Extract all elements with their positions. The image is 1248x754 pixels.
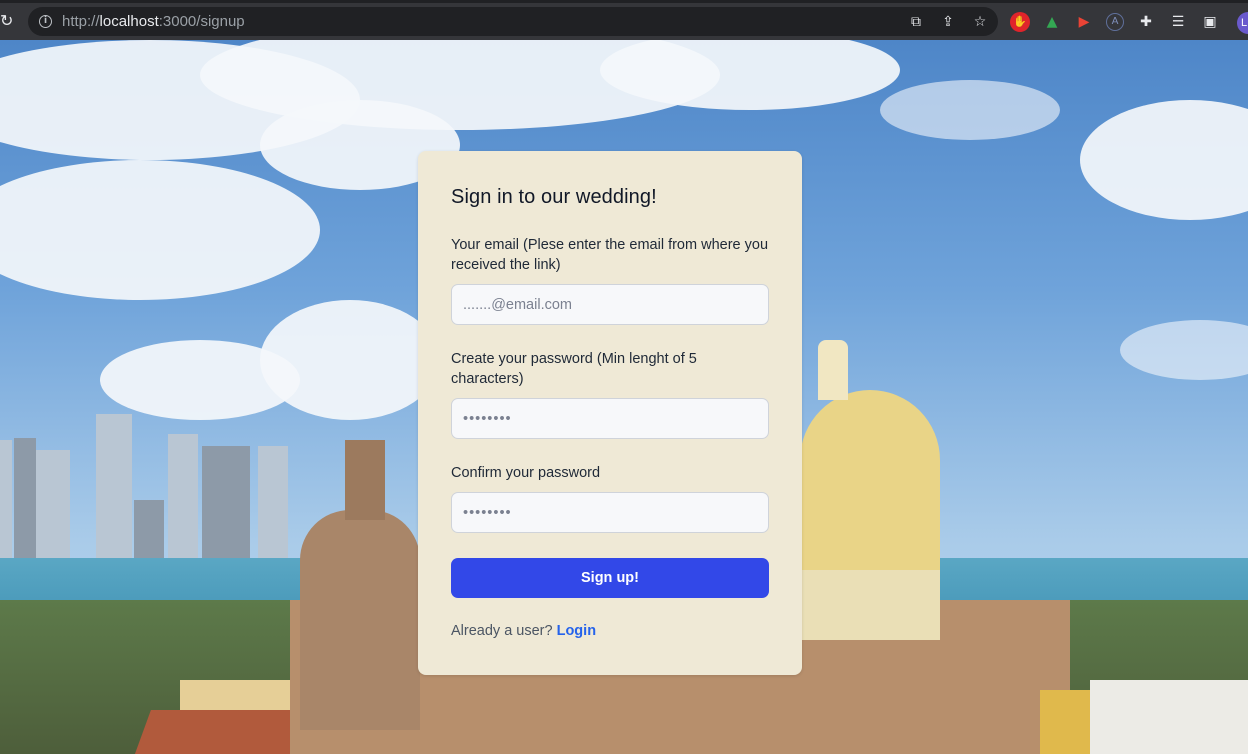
email-label: Your email (Plese enter the email from w… (451, 237, 769, 273)
google-drive-icon[interactable]: ▲ (1042, 12, 1062, 32)
cloud (880, 80, 1060, 140)
password-field[interactable] (451, 398, 769, 439)
skyscraper (202, 446, 250, 560)
url-path: :3000/signup (158, 13, 245, 30)
bell-tower-top (345, 440, 385, 520)
adblock-icon[interactable]: ✋ (1010, 12, 1030, 32)
share-icon[interactable]: ⇪ (938, 12, 958, 32)
url-scheme: http:// (62, 13, 100, 30)
password-label: Create your password (Min lenght of 5 ch… (451, 351, 697, 387)
info-icon[interactable]: i (39, 15, 52, 28)
skyscraper (168, 434, 198, 560)
skyscraper (96, 414, 132, 560)
sidebar-icon[interactable]: ▣ (1200, 12, 1220, 32)
skyscraper (258, 446, 288, 560)
reload-icon[interactable]: ↻ (0, 12, 16, 30)
open-external-icon[interactable]: ⧉ (906, 12, 926, 32)
skyscraper (0, 440, 12, 560)
building (1040, 690, 1095, 754)
dome-lantern (818, 340, 848, 400)
skyscraper (14, 438, 36, 560)
skyscraper (134, 500, 164, 560)
url-host: localhost (99, 13, 159, 30)
cloud (1120, 320, 1248, 380)
skyscraper (36, 450, 70, 560)
browser-toolbar: ↻ i http://localhost:3000/signup ⧉ ⇪ ☆ ✋… (0, 0, 1248, 40)
video-extension-icon[interactable]: ▶ (1074, 12, 1094, 32)
login-link[interactable]: Login (557, 623, 596, 639)
profile-avatar[interactable]: L (1237, 12, 1248, 34)
address-bar[interactable]: i http://localhost:3000/signup ⧉ ⇪ ☆ (28, 7, 998, 36)
email-field[interactable] (451, 284, 769, 325)
bell-tower (300, 510, 420, 730)
dome (800, 390, 940, 570)
building (1090, 680, 1248, 754)
cloud (1080, 100, 1248, 220)
confirm-password-field[interactable] (451, 492, 769, 533)
confirm-password-label: Confirm your password (451, 465, 601, 481)
puzzle-extensions-icon[interactable]: ✚ (1136, 12, 1156, 32)
url-text[interactable]: http://localhost:3000/signup (62, 13, 245, 30)
reading-list-icon[interactable]: ☰ (1168, 12, 1188, 32)
card-title: Sign in to our wedding! (451, 186, 657, 208)
signup-card: Sign in to our wedding! Your email (Ples… (418, 151, 802, 675)
star-icon[interactable]: ☆ (970, 12, 990, 32)
login-prompt-text: Already a user? (451, 623, 553, 639)
a-extension-icon[interactable]: A (1106, 13, 1124, 31)
login-prompt: Already a user? Login (451, 623, 596, 639)
cloud (0, 160, 320, 300)
cloud (100, 340, 300, 420)
signup-button[interactable]: Sign up! (451, 558, 769, 598)
